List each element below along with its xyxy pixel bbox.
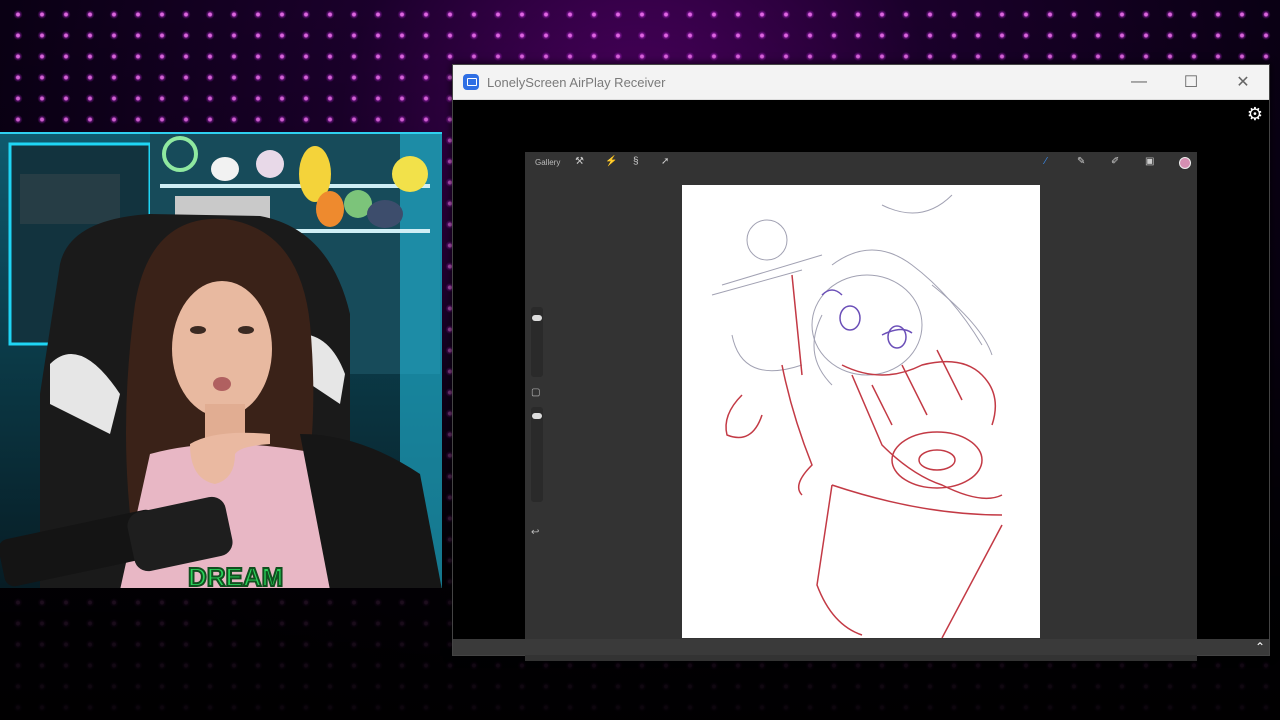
procreate-screen: Gallery ⚒ ⚡ § ➚ ⁄ ✎ ✐ ▣ ▢ ↩ bbox=[525, 152, 1197, 661]
airplay-window[interactable]: LonelyScreen AirPlay Receiver — ☐ ✕ ⚙ Ga… bbox=[452, 64, 1270, 661]
selection-icon[interactable]: § bbox=[633, 156, 639, 167]
wrench-icon[interactable]: ⚒ bbox=[575, 156, 584, 167]
brush-size-slider[interactable] bbox=[531, 307, 543, 377]
undo-icon[interactable]: ↩ bbox=[531, 527, 539, 538]
minimize-button[interactable]: — bbox=[1113, 65, 1165, 100]
window-bottom-bar: ⌃ bbox=[453, 639, 1269, 655]
gallery-button[interactable]: Gallery bbox=[535, 158, 560, 167]
window-content: ⚙ Gallery ⚒ ⚡ § ➚ ⁄ ✎ ✐ ▣ ▢ ↩ ⌃ bbox=[453, 100, 1269, 661]
opacity-slider[interactable] bbox=[531, 407, 543, 502]
window-title: LonelyScreen AirPlay Receiver bbox=[487, 74, 666, 90]
color-picker[interactable] bbox=[1179, 157, 1191, 169]
procreate-toolbar: Gallery ⚒ ⚡ § ➚ ⁄ ✎ ✐ ▣ bbox=[525, 152, 1197, 174]
webcam-feed: DREAM bbox=[0, 132, 442, 588]
title-bar[interactable]: LonelyScreen AirPlay Receiver — ☐ ✕ bbox=[453, 65, 1269, 100]
webcam-scene: DREAM bbox=[0, 134, 442, 588]
maximize-button[interactable]: ☐ bbox=[1165, 65, 1217, 100]
airplay-app-icon bbox=[463, 74, 479, 90]
adjustments-icon[interactable]: ⚡ bbox=[605, 156, 617, 167]
transform-icon[interactable]: ➚ bbox=[661, 156, 669, 167]
layers-icon[interactable]: ▣ bbox=[1145, 156, 1154, 167]
brush-icon[interactable]: ⁄ bbox=[1045, 156, 1047, 167]
drawing-canvas[interactable] bbox=[682, 185, 1040, 639]
close-button[interactable]: ✕ bbox=[1217, 65, 1269, 100]
opacity-slider-knob[interactable] bbox=[532, 413, 542, 419]
gear-icon[interactable]: ⚙ bbox=[1247, 104, 1263, 125]
smudge-icon[interactable]: ✎ bbox=[1077, 156, 1085, 167]
sketch bbox=[711, 194, 1003, 639]
size-slider-knob[interactable] bbox=[532, 315, 542, 321]
shirt-text: DREAM bbox=[188, 562, 283, 588]
chevron-up-icon[interactable]: ⌃ bbox=[1255, 640, 1265, 654]
eraser-icon[interactable]: ✐ bbox=[1111, 156, 1119, 167]
modify-button[interactable]: ▢ bbox=[531, 387, 540, 398]
